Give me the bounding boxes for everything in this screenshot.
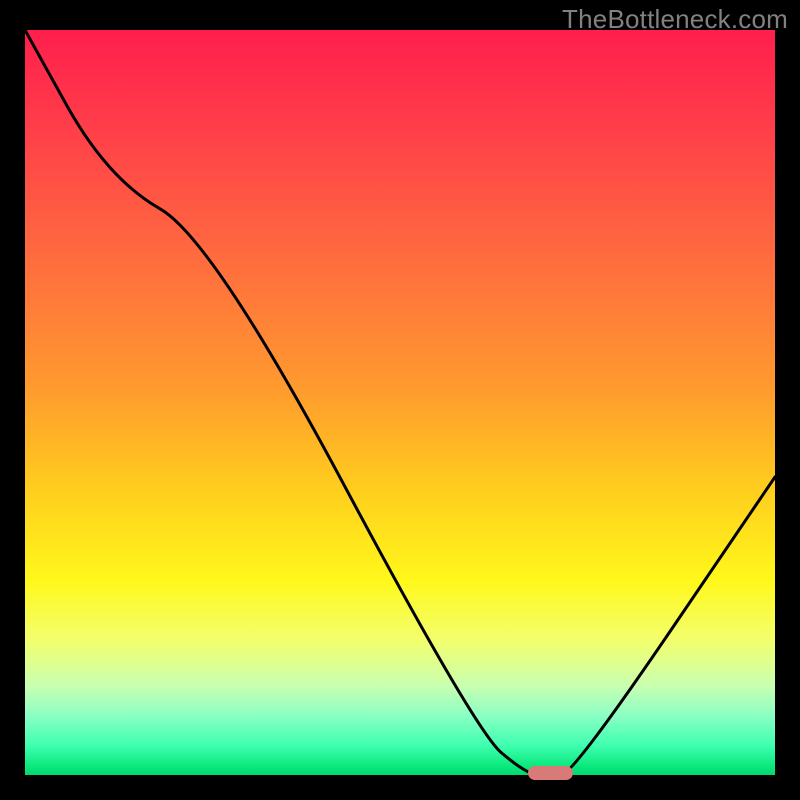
optimal-marker <box>528 766 573 780</box>
bottleneck-curve <box>25 30 775 775</box>
watermark-text: TheBottleneck.com <box>562 4 788 35</box>
chart-frame: TheBottleneck.com <box>0 0 800 800</box>
plot-area <box>25 30 775 775</box>
